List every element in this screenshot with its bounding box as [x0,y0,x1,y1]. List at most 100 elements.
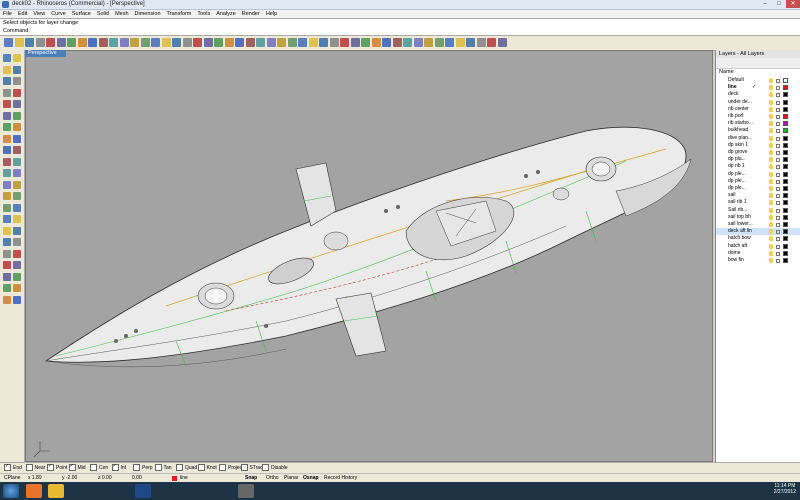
tool-button[interactable] [13,215,21,223]
layer-lock-icon[interactable] [776,244,780,249]
layer-color-swatch[interactable] [783,92,788,98]
osnap-quad[interactable]: Quad [176,464,197,471]
layer-lock-icon[interactable] [776,187,780,191]
osnap-knot[interactable]: Knot [197,464,217,471]
tool-button[interactable] [13,249,21,258]
layer-lock-icon[interactable] [776,107,780,112]
tool-button[interactable] [13,261,21,269]
layer-visible-bulb-icon[interactable] [769,114,773,119]
toolbar-button[interactable] [361,38,370,47]
layer-color-swatch[interactable] [783,186,788,191]
layer-color-swatch[interactable] [783,214,788,220]
toolbar-button[interactable] [413,38,423,47]
explorer-icon[interactable] [48,484,64,498]
toolbar-button[interactable] [308,38,318,47]
layer-row[interactable]: dp grove [716,149,800,156]
toolbar-button[interactable] [245,38,255,47]
tool-button[interactable] [13,238,21,246]
tool-button[interactable] [3,249,11,258]
toolbar-button[interactable] [67,38,76,47]
layer-visible-bulb-icon[interactable] [769,92,773,98]
layer-visible-bulb-icon[interactable] [769,229,773,235]
layer-row[interactable]: bulkhead [716,127,800,134]
menu-surface[interactable]: Surface [69,10,94,18]
layer-row[interactable]: dp skin 1 [716,142,800,149]
layer-lock-icon[interactable] [776,259,780,263]
tool-button[interactable] [13,203,21,212]
layer-row[interactable]: dp rib 1 [716,163,800,170]
tool-button[interactable] [13,88,21,97]
layer-lock-icon[interactable] [776,122,780,127]
rhino-icon[interactable] [238,484,254,498]
osnap-cen[interactable]: Cen [90,464,108,471]
layer-row[interactable]: Sail rib... [716,207,800,214]
toolbar-button[interactable] [182,38,192,47]
start-button[interactable] [3,484,19,498]
minimize-button[interactable]: – [758,0,772,8]
tool-button[interactable] [13,146,21,154]
toolbar-button[interactable] [161,38,171,47]
tool-button[interactable] [3,134,11,143]
layer-lock-icon[interactable] [776,93,780,98]
osnap-int[interactable]: Int [111,463,126,471]
layer-visible-bulb-icon[interactable] [769,164,773,170]
toolbar-button[interactable] [424,38,433,47]
tool-button[interactable] [3,169,11,177]
layer-color-swatch[interactable] [783,157,788,163]
layer-lock-icon[interactable] [776,230,780,235]
toolbar-button[interactable] [329,38,339,47]
tool-button[interactable] [13,111,21,120]
layer-lock-icon[interactable] [776,158,780,163]
menu-render[interactable]: Render [239,10,263,18]
toolbar-button[interactable] [98,38,108,47]
layer-visible-bulb-icon[interactable] [769,214,773,220]
toolbar-button[interactable] [466,38,475,47]
layer-row[interactable]: line ✓ [716,84,800,91]
layer-visible-bulb-icon[interactable] [769,186,773,191]
status-toggle-record-history[interactable]: Record History [324,475,357,481]
tool-button[interactable] [3,203,11,212]
toolbar-button[interactable] [266,38,276,47]
command-line[interactable]: Command: [0,27,800,36]
osnap-end[interactable]: End [4,463,22,471]
osnap-checkbox[interactable] [133,464,140,471]
tool-button[interactable] [13,169,21,177]
osnap-checkbox[interactable] [197,464,205,471]
toolbar-button[interactable] [77,38,87,47]
tool-button[interactable] [3,238,11,246]
tool-button[interactable] [13,157,21,166]
layer-visible-bulb-icon[interactable] [769,178,773,184]
menu-transform[interactable]: Transform [164,10,195,18]
tool-button[interactable] [13,54,21,62]
layer-visible-bulb-icon[interactable] [769,250,773,256]
layer-row[interactable]: sail lower... [716,221,800,228]
toolbar-button[interactable] [487,38,496,47]
layer-visible-bulb-icon[interactable] [769,85,773,91]
osnap-checkbox[interactable] [47,463,54,471]
layer-color-swatch[interactable] [783,121,788,127]
layer-lock-icon[interactable] [776,86,780,91]
osnap-checkbox[interactable] [176,464,183,471]
layer-row[interactable]: dp ple... [716,171,800,178]
layer-color-swatch[interactable] [783,207,788,213]
layer-color-swatch[interactable] [783,200,788,206]
tool-button[interactable] [3,192,11,200]
tool-button[interactable] [3,54,11,62]
toolbar-button[interactable] [130,38,139,47]
layer-row[interactable]: dome [716,250,800,257]
layer-color-swatch[interactable] [783,106,788,112]
osnap-near[interactable]: Near [25,464,45,471]
toolbar-button[interactable] [151,38,160,47]
toolbar-button[interactable] [14,38,24,47]
toolbar-button[interactable] [277,38,286,47]
layer-row[interactable]: dp ple... [716,178,800,185]
toolbar-button[interactable] [392,38,402,47]
photoshop-icon[interactable] [135,484,151,498]
layer-color-swatch[interactable] [783,128,788,134]
layer-visible-bulb-icon[interactable] [769,207,773,213]
tool-button[interactable] [3,100,11,108]
status-toggle-planar[interactable]: Planar [284,475,298,481]
layer-visible-bulb-icon[interactable] [769,193,773,199]
tool-button[interactable] [3,226,11,235]
layer-color-swatch[interactable] [783,222,788,227]
